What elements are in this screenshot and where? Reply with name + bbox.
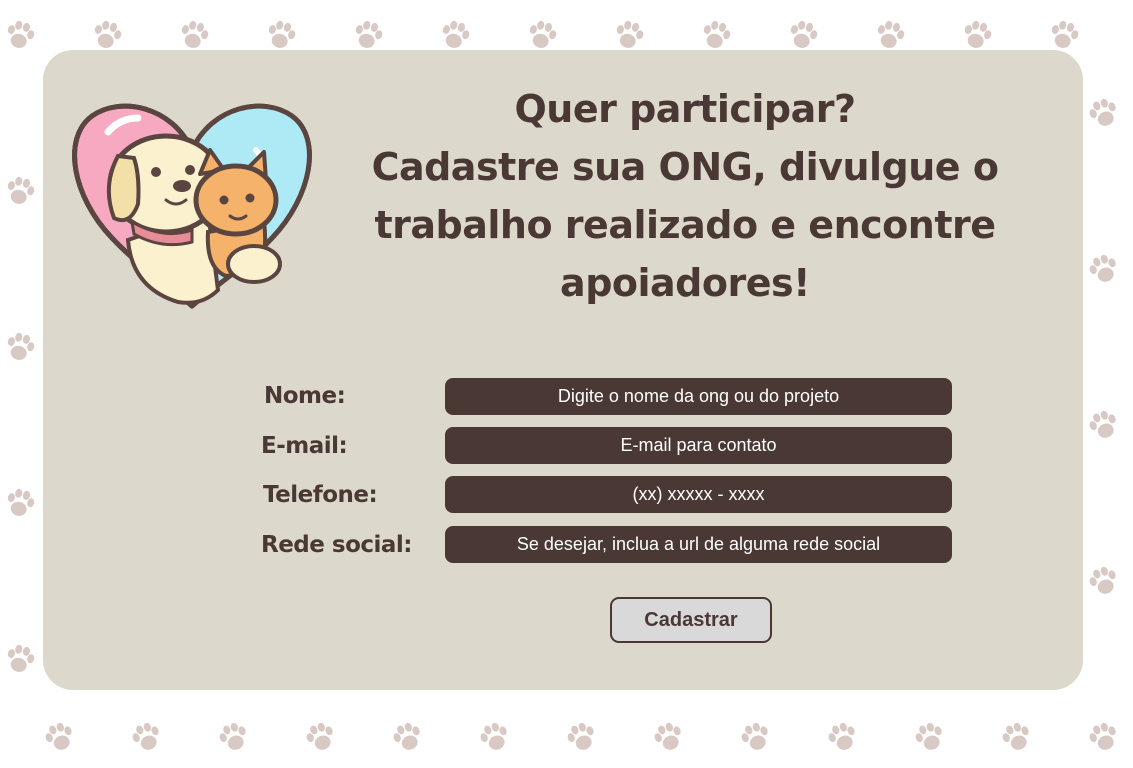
paw-print-icon [1086,95,1121,130]
paw-print-icon [1086,407,1121,442]
headline-line-2: Cadastre sua ONG, divulgue o [371,145,999,189]
paw-print-icon [825,719,860,754]
paw-print-icon [873,18,907,52]
phone-input[interactable] [445,476,952,513]
headline-line-3: trabalho realizado e encontre [374,203,997,247]
paw-print-icon [564,719,599,754]
paw-print-icon [438,18,472,52]
paw-print-icon [960,18,994,52]
paw-print-icon [216,719,251,754]
paw-print-icon [912,719,947,754]
email-input[interactable] [445,427,952,464]
paw-print-icon [477,719,512,754]
paw-print-icon [3,330,37,364]
page-headline: Quer participar? Cadastre sua ONG, divul… [345,80,1025,312]
paw-print-icon [90,18,124,52]
paw-print-icon [738,719,773,754]
paw-print-icon [525,18,559,52]
paw-print-icon [1086,719,1121,754]
email-label: E-mail: [261,433,348,459]
paw-print-icon [699,18,733,52]
headline-line-4: apoiadores! [560,261,810,305]
paw-print-icon [351,18,385,52]
dog-and-cat-heart-icon [72,103,312,309]
paw-print-icon [390,719,425,754]
name-input[interactable] [445,378,952,415]
social-network-input[interactable] [445,526,952,563]
paw-print-icon [1047,18,1081,52]
paw-print-icon [3,174,37,208]
paw-print-icon [1086,563,1121,598]
paw-print-icon [612,18,646,52]
paw-print-icon [3,486,37,520]
phone-label: Telefone: [263,482,378,508]
paw-print-icon [42,719,77,754]
paw-print-icon [3,18,37,52]
paw-print-icon [129,719,164,754]
paw-print-icon [3,642,37,676]
paw-print-icon [651,719,686,754]
paw-print-icon [786,18,820,52]
paw-print-icon [303,719,338,754]
paw-print-icon [1086,251,1121,286]
social-network-label: Rede social: [261,532,413,558]
name-label: Nome: [264,383,346,409]
paw-print-icon [264,18,298,52]
submit-button[interactable]: Cadastrar [610,597,772,643]
headline-line-1: Quer participar? [514,87,856,131]
paw-print-icon [177,18,211,52]
paw-print-icon [999,719,1034,754]
